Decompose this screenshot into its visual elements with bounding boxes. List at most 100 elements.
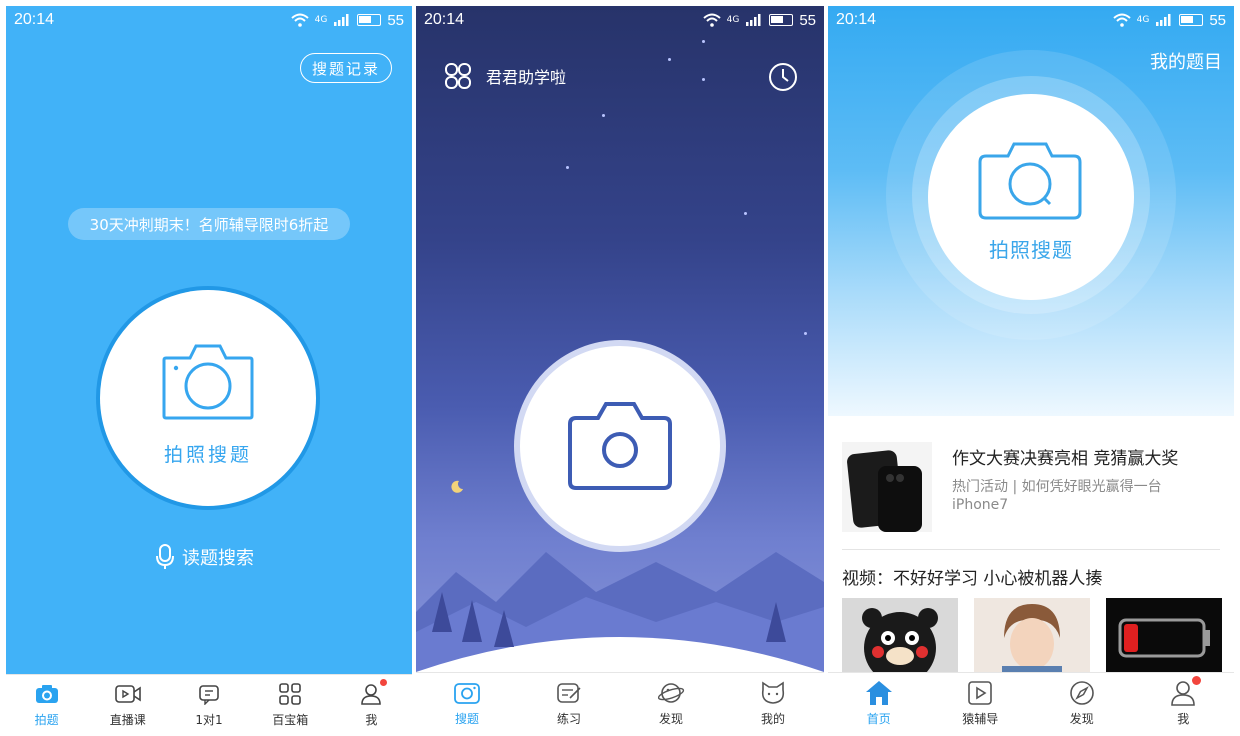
tab-photo-question[interactable]: 拍题 xyxy=(6,675,87,734)
compass-icon xyxy=(1068,680,1096,706)
cat-icon xyxy=(759,680,787,706)
battery-percent: 55 xyxy=(1209,11,1226,29)
phone-screen-3: 20:14 4G 55 我的题目 拍照搜题 作文大赛决赛亮相 竞猜赢大奖 热门活… xyxy=(828,6,1234,734)
night-search-screen: 20:14 4G 55 君君助学啦 xyxy=(416,6,824,672)
status-bar: 20:14 4G 55 xyxy=(416,6,824,34)
voice-search-button[interactable]: 读题搜索 xyxy=(156,544,254,570)
tab-label: 1对1 xyxy=(195,713,223,727)
photo-search-button[interactable]: 拍照搜题 xyxy=(928,94,1134,300)
tab-label: 搜题 xyxy=(454,712,479,726)
bottom-tab-bar: 拍题 直播课 1对1 百宝箱 我 xyxy=(6,674,412,734)
battery-percent: 55 xyxy=(799,11,816,29)
bottom-tab-bar: 搜题 练习 发现 我的 xyxy=(416,672,824,734)
tab-treasure-box[interactable]: 百宝箱 xyxy=(250,675,331,734)
notification-badge xyxy=(380,679,388,686)
person-icon xyxy=(357,679,388,707)
photo-search-label: 拍照搜题 xyxy=(989,238,1073,262)
tab-live-class[interactable]: 直播课 xyxy=(87,675,168,734)
photo-search-button[interactable]: 拍照搜题 xyxy=(96,286,320,510)
tab-mine[interactable]: 我的 xyxy=(722,673,824,734)
app-brand: 君君助学啦 xyxy=(444,62,566,90)
phone-screen-2: 20:14 4G 55 君君助学啦 搜题 练习 发现 我的 xyxy=(416,6,824,734)
tab-label: 直播课 xyxy=(109,713,146,727)
star xyxy=(702,78,705,81)
hero-section: 20:14 4G 55 我的题目 拍照搜题 xyxy=(828,6,1234,416)
signal-icon xyxy=(334,14,349,26)
tab-search[interactable]: 搜题 xyxy=(416,673,518,734)
camera-icon xyxy=(453,680,481,706)
tab-tutoring[interactable]: 猿辅导 xyxy=(930,673,1032,734)
status-time: 20:14 xyxy=(14,11,55,28)
search-history-button[interactable]: 搜题记录 xyxy=(300,53,392,83)
tab-label: 我的 xyxy=(760,712,785,726)
tab-discover[interactable]: 发现 xyxy=(1031,673,1133,734)
article-title: 作文大赛决赛亮相 竞猜赢大奖 xyxy=(952,449,1179,469)
video-thumbnail-person[interactable] xyxy=(974,598,1090,676)
play-icon xyxy=(966,680,994,706)
voice-search-label: 读题搜索 xyxy=(182,548,254,569)
camera-icon xyxy=(33,681,61,707)
star xyxy=(668,58,671,61)
tab-practice[interactable]: 练习 xyxy=(518,673,620,734)
video-icon xyxy=(114,681,142,707)
grid-icon xyxy=(276,681,304,707)
phone-screen-1: 20:14 4G 55 搜题记录 30天冲刺期末！名师辅导限时6折起 拍照搜题 xyxy=(6,6,412,734)
tab-label: 我 xyxy=(365,713,378,727)
star xyxy=(744,212,747,215)
status-time: 20:14 xyxy=(836,11,877,28)
signal-icon xyxy=(1156,14,1171,26)
photo-search-button[interactable] xyxy=(514,340,726,552)
promo-banner[interactable]: 30天冲刺期末！名师辅导限时6折起 xyxy=(68,208,350,240)
tab-label: 猿辅导 xyxy=(962,712,999,726)
status-bar: 20:14 4G 55 xyxy=(828,6,1234,34)
camera-icon xyxy=(568,402,672,490)
star xyxy=(804,332,807,335)
tab-home[interactable]: 首页 xyxy=(828,673,930,734)
article-thumbnail xyxy=(842,442,932,532)
planet-icon xyxy=(657,680,685,706)
video-thumbnails xyxy=(842,598,1222,676)
practice-icon xyxy=(555,680,583,706)
history-clock-icon[interactable] xyxy=(768,62,798,92)
camera-icon xyxy=(978,142,1082,220)
star xyxy=(602,114,605,117)
battery-icon xyxy=(357,14,382,26)
moon-icon xyxy=(451,480,463,493)
person-icon xyxy=(1169,676,1202,706)
network-type: 4G xyxy=(726,15,740,25)
home-icon xyxy=(865,680,893,706)
tab-label: 发现 xyxy=(1069,712,1094,726)
tab-label: 发现 xyxy=(658,712,683,726)
video-thumbnail-battery[interactable] xyxy=(1106,598,1222,676)
star xyxy=(702,40,705,43)
microphone-icon xyxy=(156,544,174,569)
tab-label: 百宝箱 xyxy=(272,713,309,727)
brand-name: 君君助学啦 xyxy=(486,68,567,87)
network-type: 4G xyxy=(1136,15,1150,25)
status-time: 20:14 xyxy=(424,11,465,28)
camera-icon xyxy=(162,344,254,420)
tab-discover[interactable]: 发现 xyxy=(620,673,722,734)
wifi-icon xyxy=(290,13,309,27)
network-type: 4G xyxy=(314,15,328,25)
video-section-title[interactable]: 视频：不好好学习 小心被机器人揍 xyxy=(842,564,1102,589)
bottom-tab-bar: 首页 猿辅导 发现 我 xyxy=(828,672,1234,734)
notification-badge xyxy=(1192,676,1202,685)
article-description: 热门活动 | 如何凭好眼光赢得一台iPhone7 xyxy=(952,479,1162,513)
wifi-icon xyxy=(702,13,721,27)
tab-one-on-one[interactable]: 1对1 xyxy=(168,675,249,734)
tutor-icon xyxy=(195,681,223,707)
battery-icon xyxy=(1179,14,1204,26)
tab-label: 拍题 xyxy=(34,713,59,727)
tab-label: 练习 xyxy=(556,712,581,726)
video-thumbnail-bear[interactable] xyxy=(842,598,958,676)
wifi-icon xyxy=(1112,13,1131,27)
my-questions-link[interactable]: 我的题目 xyxy=(1150,48,1222,74)
tab-me[interactable]: 我 xyxy=(1133,673,1235,734)
battery-icon xyxy=(769,14,794,26)
tab-label: 我 xyxy=(1177,712,1190,726)
tab-me[interactable]: 我 xyxy=(331,675,412,734)
photo-search-label: 拍照搜题 xyxy=(163,444,252,466)
status-bar: 20:14 4G 55 xyxy=(6,6,412,34)
article-card[interactable]: 作文大赛决赛亮相 竞猜赢大奖 热门活动 | 如何凭好眼光赢得一台iPhone7 xyxy=(842,442,1220,550)
